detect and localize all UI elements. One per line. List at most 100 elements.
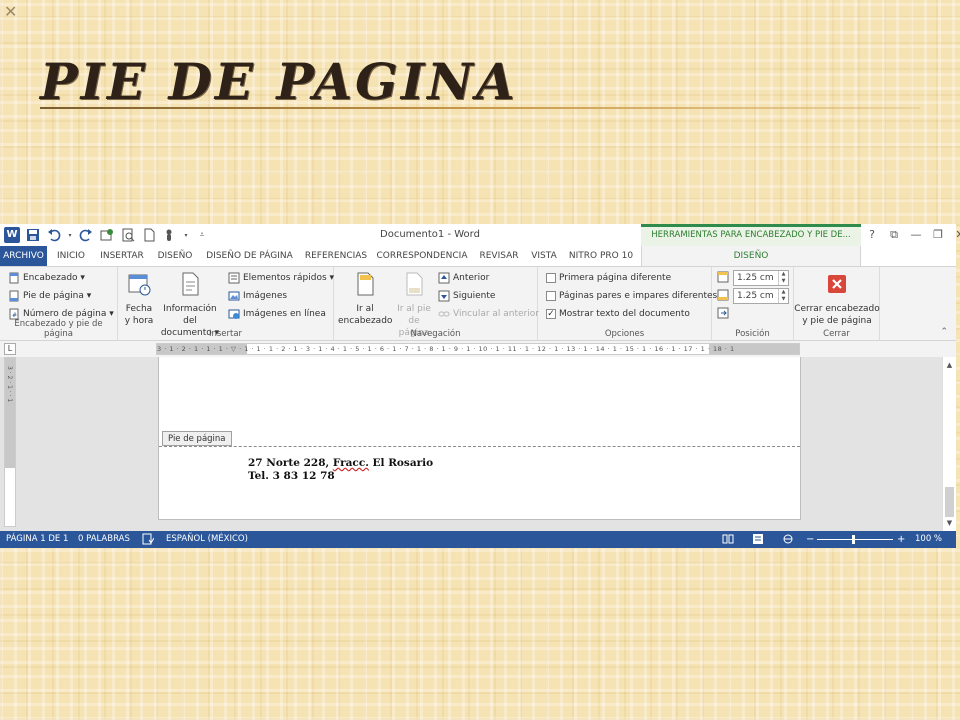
close-header-footer-label-2: y pie de página [802, 316, 872, 326]
previous-button[interactable]: Anterior [438, 270, 489, 286]
date-time-label-2: y hora [124, 316, 154, 326]
vertical-ruler-marks: 3 · 2 · 1 · · 1 [6, 366, 13, 403]
new-document-icon[interactable] [141, 227, 157, 243]
tab-nitro-pro[interactable]: NITRO PRO 10 [566, 246, 636, 266]
different-first-page-checkbox[interactable] [546, 273, 556, 283]
vertical-ruler[interactable]: 3 · 2 · 1 · · 1 [4, 357, 16, 527]
different-odd-even-option[interactable]: Páginas pares e impares diferentes [546, 288, 717, 304]
svg-text:#: # [12, 312, 17, 319]
online-pictures-button[interactable]: Imágenes en línea [228, 306, 326, 322]
group-label-options: Opciones [604, 329, 645, 339]
save-icon[interactable] [25, 227, 41, 243]
slide-title: Pie de pagina [40, 52, 518, 111]
header-position-input[interactable]: 1.25 cm ▲ ▼ [733, 270, 789, 286]
next-label: Siguiente [453, 291, 496, 301]
ribbon-display-button[interactable]: ⧉ [886, 227, 902, 243]
scroll-thumb[interactable] [945, 487, 954, 517]
link-to-previous-label: Vincular al anterior [453, 309, 539, 319]
link-to-previous-button[interactable]: Vincular al anterior [438, 306, 539, 322]
different-first-page-option[interactable]: Primera página diferente [546, 270, 671, 286]
show-document-text-option[interactable]: ✓ Mostrar texto del documento [546, 306, 690, 322]
scroll-up-icon[interactable]: ▲ [943, 359, 956, 371]
previous-label: Anterior [453, 273, 490, 283]
page-count-status[interactable]: PÁGINA 1 DE 1 [6, 531, 68, 548]
tab-diseno-header-footer[interactable]: DISEÑO [641, 246, 861, 267]
tab-inicio[interactable]: INICIO [51, 246, 91, 266]
group-label-close: Cerrar [823, 329, 850, 339]
footer-position-spinner[interactable]: ▲ ▼ [778, 289, 788, 303]
restore-button[interactable]: ❐ [930, 227, 946, 243]
next-button[interactable]: Siguiente [438, 288, 495, 304]
redo-icon[interactable] [78, 227, 94, 243]
different-odd-even-label: Páginas pares e impares diferentes [559, 291, 718, 301]
zoom-slider[interactable] [817, 539, 893, 540]
show-document-text-label: Mostrar texto del documento [559, 309, 690, 319]
go-to-header-button[interactable]: Ir al encabezado [338, 271, 392, 327]
document-info-label-1: Información del [163, 304, 217, 326]
tab-selector[interactable]: L [4, 343, 16, 355]
customize-toolbar-icon[interactable]: ⩡ [194, 227, 210, 243]
touch-dropdown-icon[interactable]: ▾ [183, 227, 189, 243]
web-layout-icon[interactable] [782, 531, 794, 548]
vertical-scrollbar[interactable]: ▲ ▼ [942, 357, 956, 531]
footer-position-input[interactable]: 1.25 cm ▲ ▼ [733, 288, 789, 304]
zoom-level[interactable]: 100 % [915, 531, 942, 548]
online-pictures-label: Imágenes en línea [243, 309, 326, 319]
close-header-footer-button[interactable]: Cerrar encabezado y pie de página [794, 271, 880, 327]
zoom-out-icon[interactable]: − [806, 531, 814, 548]
footer-icon [9, 290, 19, 302]
horizontal-ruler: L 3 · 1 · 2 · 1 · 1 · 1 · ▽ · 1 · 1 · 1 … [0, 341, 956, 357]
document-workspace: 3 · 2 · 1 · · 1 Pie de página 27 Norte 2… [0, 357, 956, 531]
word-count-status[interactable]: 0 PALABRAS [78, 531, 130, 548]
tab-vista[interactable]: VISTA [526, 246, 562, 266]
help-button[interactable]: ? [864, 227, 880, 243]
print-preview-icon[interactable] [120, 227, 136, 243]
footer-content[interactable]: 27 Norte 228, Fracc. El Rosario Tel. 3 8… [248, 457, 433, 483]
collapse-ribbon-icon[interactable]: ⌃ [940, 327, 948, 337]
close-button[interactable]: ✕ [952, 227, 960, 243]
read-mode-icon[interactable] [722, 531, 734, 548]
tab-referencias[interactable]: REFERENCIAS [302, 246, 370, 266]
tab-insertar[interactable]: INSERTAR [96, 246, 148, 266]
group-label-navigation: Navegación [410, 329, 461, 339]
insert-alignment-tab-icon[interactable] [717, 307, 729, 319]
tab-correspondencia[interactable]: CORRESPONDENCIA [374, 246, 470, 266]
previous-icon [438, 272, 450, 284]
header-position-spinner[interactable]: ▲ ▼ [778, 271, 788, 285]
link-icon [438, 311, 450, 317]
show-document-text-checkbox[interactable]: ✓ [546, 309, 556, 319]
footer-dropdown[interactable]: Pie de página ▾ [8, 288, 91, 304]
touch-mode-icon[interactable] [162, 227, 178, 243]
undo-dropdown-icon[interactable]: ▾ [67, 227, 73, 243]
language-status[interactable]: ESPAÑOL (MÉXICO) [166, 531, 248, 548]
mail-merge-icon[interactable] [99, 227, 115, 243]
tab-revisar[interactable]: REVISAR [476, 246, 522, 266]
slide-title-rule [40, 107, 920, 109]
zoom-in-icon[interactable]: + [897, 531, 905, 548]
document-title: Documento1 - Word [380, 229, 480, 240]
different-odd-even-checkbox[interactable] [546, 291, 556, 301]
footer-position-value: 1.25 cm [737, 291, 774, 301]
document-page[interactable]: Pie de página 27 Norte 228, Fracc. El Ro… [158, 357, 801, 520]
scroll-down-icon[interactable]: ▼ [943, 517, 956, 529]
quick-parts-dropdown[interactable]: Elementos rápidos ▾ [228, 270, 334, 286]
tab-diseno[interactable]: DISEÑO [154, 246, 196, 266]
header-dropdown[interactable]: Encabezado ▾ [8, 270, 85, 286]
ruler-strip[interactable]: 3 · 1 · 2 · 1 · 1 · 1 · ▽ · 1 · 1 · 1 · … [156, 343, 800, 355]
group-navigation: Ir al encabezado Ir al pie de página Ant… [334, 267, 539, 341]
tab-diseno-de-pagina[interactable]: DISEÑO DE PÁGINA [202, 246, 297, 266]
tab-archivo[interactable]: ARCHIVO [0, 246, 47, 266]
quick-parts-icon [228, 272, 240, 284]
ribbon-tabs: ARCHIVO INICIO INSERTAR DISEÑO DISEÑO DE… [0, 246, 956, 267]
proofing-icon[interactable] [142, 531, 155, 548]
pictures-button[interactable]: Imágenes [228, 288, 287, 304]
print-layout-icon[interactable] [752, 531, 764, 548]
undo-icon[interactable] [46, 227, 62, 243]
date-time-button[interactable]: Fecha y hora [122, 271, 156, 327]
footer-tag: Pie de página [162, 431, 232, 446]
contextual-tools-header: HERRAMIENTAS PARA ENCABEZADO Y PIE DE... [641, 224, 861, 246]
ribbon: Encabezado ▾ Pie de página ▾ # Número de… [0, 266, 956, 341]
minimize-button[interactable]: — [908, 227, 924, 243]
zoom-slider-handle[interactable] [852, 535, 855, 544]
header-icon [9, 272, 19, 284]
